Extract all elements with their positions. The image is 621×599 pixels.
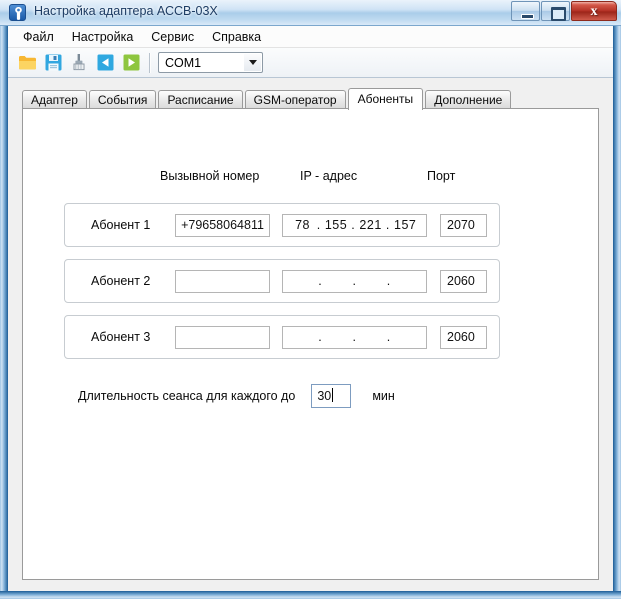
- subscriber-label: Абонент 1: [91, 218, 151, 232]
- ip-separator: .: [316, 218, 321, 232]
- menu-item-service[interactable]: Сервис: [142, 28, 203, 46]
- close-icon: x: [590, 4, 598, 19]
- menu-bar: Файл Настройка Сервис Справка: [8, 26, 613, 48]
- ip-separator: .: [352, 330, 357, 344]
- ip-octet-4: 157: [394, 218, 417, 232]
- tab-schedule[interactable]: Расписание: [158, 90, 243, 109]
- subscriber-label: Абонент 2: [91, 274, 151, 288]
- tab-adapter[interactable]: Адаптер: [22, 90, 87, 109]
- ip-octet-1: 78: [295, 218, 311, 232]
- session-duration-value: 30: [317, 389, 332, 403]
- column-header-port: Порт: [427, 169, 456, 183]
- ip-input[interactable]: . . .: [282, 326, 427, 349]
- open-folder-icon[interactable]: [16, 52, 38, 74]
- port-input[interactable]: 2070: [440, 214, 487, 237]
- window-frame-left: [0, 0, 8, 599]
- column-header-ip: IP - адрес: [300, 169, 358, 183]
- client-area: Файл Настройка Сервис Справка COM1 Адапт…: [8, 26, 613, 591]
- application-window: Настройка адаптера АССВ-03Х x Файл Настр…: [0, 0, 621, 599]
- ip-separator: .: [318, 274, 323, 288]
- save-icon[interactable]: [42, 52, 64, 74]
- subscriber-row: Абонент 3 . . . 2060: [64, 315, 500, 359]
- minimize-button[interactable]: [511, 1, 540, 21]
- close-button[interactable]: x: [571, 1, 617, 21]
- session-duration-input[interactable]: 30: [311, 384, 352, 408]
- toolbar: COM1: [8, 48, 613, 78]
- port-input[interactable]: 2060: [440, 270, 487, 293]
- session-duration-label: Длительность сеанса для каждого до: [78, 389, 296, 403]
- phone-input[interactable]: +79658064811: [175, 214, 270, 237]
- port-input[interactable]: 2060: [440, 326, 487, 349]
- session-duration-unit: мин: [372, 389, 395, 403]
- tab-subscribers[interactable]: Абоненты: [347, 88, 424, 110]
- wrench-icon: [9, 4, 26, 21]
- column-header-number: Вызывной номер: [160, 169, 260, 183]
- chevron-down-icon[interactable]: [244, 54, 261, 71]
- title-bar[interactable]: Настройка адаптера АССВ-03Х x: [0, 0, 621, 26]
- read-left-arrow-icon[interactable]: [94, 52, 116, 74]
- tab-gsm-operator[interactable]: GSM-оператор: [244, 90, 346, 109]
- menu-item-file[interactable]: Файл: [14, 28, 63, 46]
- menu-item-settings[interactable]: Настройка: [63, 28, 143, 46]
- subscriber-label: Абонент 3: [91, 330, 151, 344]
- window-title: Настройка адаптера АССВ-03Х: [34, 4, 218, 18]
- ip-separator: .: [385, 218, 390, 232]
- ip-separator: .: [352, 274, 357, 288]
- subscriber-row: Абонент 2 . . . 2060: [64, 259, 500, 303]
- com-port-value: COM1: [165, 55, 202, 70]
- maximize-button[interactable]: [541, 1, 570, 21]
- window-frame-bottom: [0, 591, 621, 599]
- ip-separator: .: [351, 218, 356, 232]
- phone-input[interactable]: [175, 270, 270, 293]
- phone-input[interactable]: [175, 326, 270, 349]
- ip-separator: .: [318, 330, 323, 344]
- toolbar-separator: [149, 52, 151, 73]
- subscriber-row: Абонент 1 +79658064811 78 . 155 . 221 . …: [64, 203, 500, 247]
- ip-octet-3: 221: [359, 218, 382, 232]
- write-right-arrow-icon[interactable]: [120, 52, 142, 74]
- menu-item-help[interactable]: Справка: [203, 28, 270, 46]
- tab-additional[interactable]: Дополнение: [425, 90, 512, 109]
- window-controls: x: [511, 1, 617, 21]
- tab-panel-subscribers: Вызывной номер IP - адрес Порт Абонент 1…: [22, 108, 599, 580]
- window-frame-right: [613, 0, 621, 599]
- tab-events[interactable]: События: [88, 90, 157, 109]
- ip-input[interactable]: . . .: [282, 270, 427, 293]
- ip-separator: .: [386, 274, 391, 288]
- ip-separator: .: [386, 330, 391, 344]
- com-port-select[interactable]: COM1: [158, 52, 263, 73]
- ip-input[interactable]: 78 . 155 . 221 . 157: [282, 214, 427, 237]
- text-caret: [332, 388, 334, 402]
- tab-strip: Адаптер События Расписание GSM-оператор …: [22, 88, 599, 110]
- ip-octet-2: 155: [324, 218, 348, 232]
- session-duration-row: Длительность сеанса для каждого до 30 ми…: [78, 384, 395, 408]
- clear-brush-icon[interactable]: [68, 52, 90, 74]
